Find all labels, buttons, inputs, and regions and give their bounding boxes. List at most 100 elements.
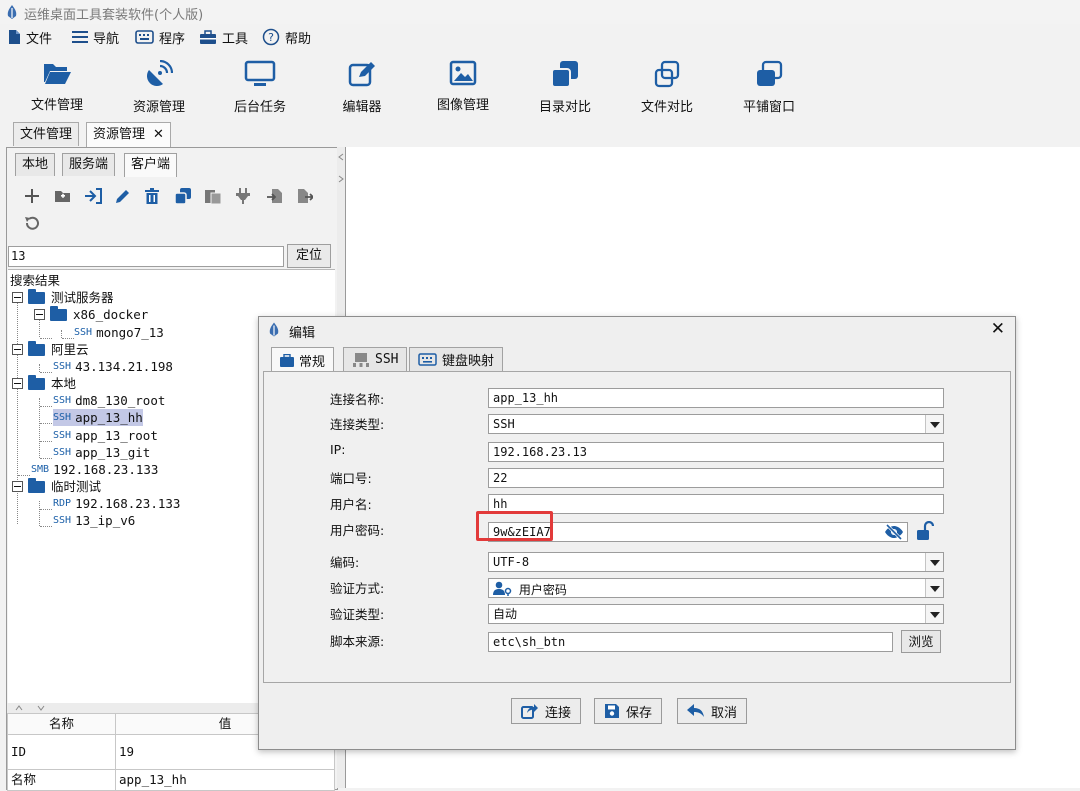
auth-method-label: 验证方式: <box>330 581 385 596</box>
tree-item-app-13-git[interactable]: SSH app_13_git <box>53 444 150 461</box>
tree-item-label: app_13_hh <box>75 410 143 425</box>
tree-item-app-13-root[interactable]: SSH app_13_root <box>53 427 158 444</box>
auth-type-select[interactable]: 自动 <box>488 604 944 624</box>
tool-tile-windows[interactable]: 平铺窗口 <box>719 56 819 115</box>
tree-item-app-13-hh[interactable]: SSH app_13_hh <box>53 409 143 426</box>
tree-item-mongo7-13[interactable]: SSH mongo7_13 <box>74 324 164 341</box>
tool-background-tasks[interactable]: 后台任务 <box>210 56 310 115</box>
menu-navigate-label: 导航 <box>93 31 120 47</box>
browse-button[interactable]: 浏览 <box>901 630 941 653</box>
tree-item-dm8-130-root[interactable]: SSH dm8_130_root <box>53 392 165 409</box>
menu-help[interactable]: ? 帮助 <box>262 28 312 47</box>
encoding-label: 编码: <box>330 555 360 570</box>
tree-group-test-servers[interactable]: 测试服务器 <box>12 288 114 306</box>
paste-icon[interactable] <box>203 186 223 206</box>
rdp-tag: RDP <box>53 498 72 509</box>
splitter-arrows-icon <box>15 705 45 711</box>
pencil-icon[interactable] <box>113 186 133 206</box>
save-button[interactable]: 保存 <box>594 698 663 724</box>
tab-resource-manager[interactable]: 资源管理 ✕ <box>86 122 171 147</box>
collapse-icon[interactable] <box>12 292 23 303</box>
tab-keymap[interactable]: 键盘映射 <box>409 347 504 371</box>
tree-group-label: 本地 <box>51 376 77 391</box>
encoding-value: UTF-8 <box>493 555 530 569</box>
general-form: 连接名称: app_13_hh 连接类型: SSH IP: 192.168.23… <box>263 371 1011 683</box>
ip-field[interactable]: 192.168.23.13 <box>488 442 944 462</box>
copy-icon[interactable] <box>173 186 193 206</box>
cancel-button[interactable]: 取消 <box>677 698 748 724</box>
tree-item-13-ip-v6[interactable]: SSH 13_ip_v6 <box>53 512 135 529</box>
script-source-field[interactable]: etc\sh_btn <box>488 632 893 652</box>
plug-icon[interactable] <box>233 186 253 206</box>
image-icon <box>449 60 477 86</box>
conn-type-select[interactable]: SSH <box>488 414 944 434</box>
import-icon[interactable] <box>83 186 103 206</box>
tool-file-compare[interactable]: 文件对比 <box>617 56 717 115</box>
tree-item-43-134-21-198[interactable]: SSH 43.134.21.198 <box>53 358 173 375</box>
unlock-icon[interactable] <box>916 521 934 541</box>
collapse-icon[interactable] <box>34 309 45 320</box>
search-input[interactable]: 13 <box>8 246 284 267</box>
tree-item-label: 192.168.23.133 <box>53 462 159 477</box>
cancel-button-label: 取消 <box>711 705 738 721</box>
port-field[interactable]: 22 <box>488 468 944 488</box>
tool-image-manager[interactable]: 图像管理 <box>413 56 513 113</box>
menu-navigate[interactable]: 导航 <box>72 28 120 47</box>
collapse-icon[interactable] <box>12 344 23 355</box>
menu-program[interactable]: 程序 <box>135 28 186 47</box>
auth-method-select[interactable]: 用户密码 <box>488 578 944 598</box>
list-icon <box>72 31 88 43</box>
refresh-icon[interactable] <box>22 214 42 234</box>
tool-dir-compare[interactable]: 目录对比 <box>515 56 615 115</box>
tree-group-x86-docker[interactable]: x86_docker <box>34 305 149 323</box>
username-field[interactable]: hh <box>488 494 944 514</box>
tool-editor[interactable]: 编辑器 <box>312 56 412 115</box>
tab-close-icon[interactable]: ✕ <box>153 127 164 142</box>
tool-file-manager[interactable]: 文件管理 <box>7 56 107 113</box>
menu-file[interactable]: 文件 <box>8 28 52 47</box>
menu-tools[interactable]: 工具 <box>199 28 248 47</box>
eye-slash-icon[interactable] <box>884 524 904 540</box>
tree-item-rdp-192-168-23-133[interactable]: RDP 192.168.23.133 <box>53 495 180 512</box>
locate-button[interactable]: 定位 <box>287 244 331 268</box>
conn-name-field[interactable]: app_13_hh <box>488 388 944 408</box>
new-folder-icon[interactable] <box>52 186 72 206</box>
ssh-tag: SSH <box>53 361 72 372</box>
tree-group-temp-test[interactable]: 临时测试 <box>12 477 101 495</box>
add-icon[interactable] <box>22 186 42 206</box>
close-icon[interactable]: ✕ <box>991 319 1005 339</box>
conn-type-label: 连接类型: <box>330 417 385 432</box>
menu-program-label: 程序 <box>159 31 186 47</box>
tool-resource-manager[interactable]: 资源管理 <box>109 56 209 115</box>
tree-group-local[interactable]: 本地 <box>12 374 77 392</box>
tab-file-manager[interactable]: 文件管理 <box>13 122 80 146</box>
tab-local[interactable]: 本地 <box>15 153 56 176</box>
menu-bar: 文件 导航 程序 工具 ? 帮助 <box>0 24 1080 50</box>
tab-server[interactable]: 服务端 <box>62 153 116 176</box>
tree-item-smb-192-168-23-133[interactable]: SMB 192.168.23.133 <box>31 461 158 478</box>
dialog-title-bar[interactable]: 编辑 ✕ <box>259 317 1015 343</box>
conn-name-label: 连接名称: <box>330 392 385 407</box>
connect-button-label: 连接 <box>545 705 572 721</box>
menu-help-label: 帮助 <box>285 31 312 47</box>
file-import-icon[interactable] <box>265 186 285 206</box>
tab-general[interactable]: 常规 <box>271 347 335 372</box>
tree-group-label: x86_docker <box>73 307 149 322</box>
tree-item-label: 43.134.21.198 <box>75 359 173 374</box>
tab-ssh[interactable]: SSH <box>343 347 408 371</box>
connect-button[interactable]: 连接 <box>511 698 582 724</box>
tab-client[interactable]: 客户端 <box>124 153 178 177</box>
encoding-select[interactable]: UTF-8 <box>488 552 944 572</box>
collapse-icon[interactable] <box>12 481 23 492</box>
tree-root: 搜索结果 <box>10 272 60 289</box>
tool-image-manager-label: 图像管理 <box>436 98 489 113</box>
keyboard-icon <box>135 30 154 44</box>
app-logo-icon <box>7 5 17 19</box>
tree-item-label: 13_ip_v6 <box>75 513 136 528</box>
file-export-icon[interactable] <box>295 186 315 206</box>
trash-icon[interactable] <box>142 186 162 206</box>
tree-group-aliyun[interactable]: 阿里云 <box>12 340 89 358</box>
tree-root-label: 搜索结果 <box>10 273 61 288</box>
collapse-icon[interactable] <box>12 378 23 389</box>
undo-icon <box>687 704 704 717</box>
